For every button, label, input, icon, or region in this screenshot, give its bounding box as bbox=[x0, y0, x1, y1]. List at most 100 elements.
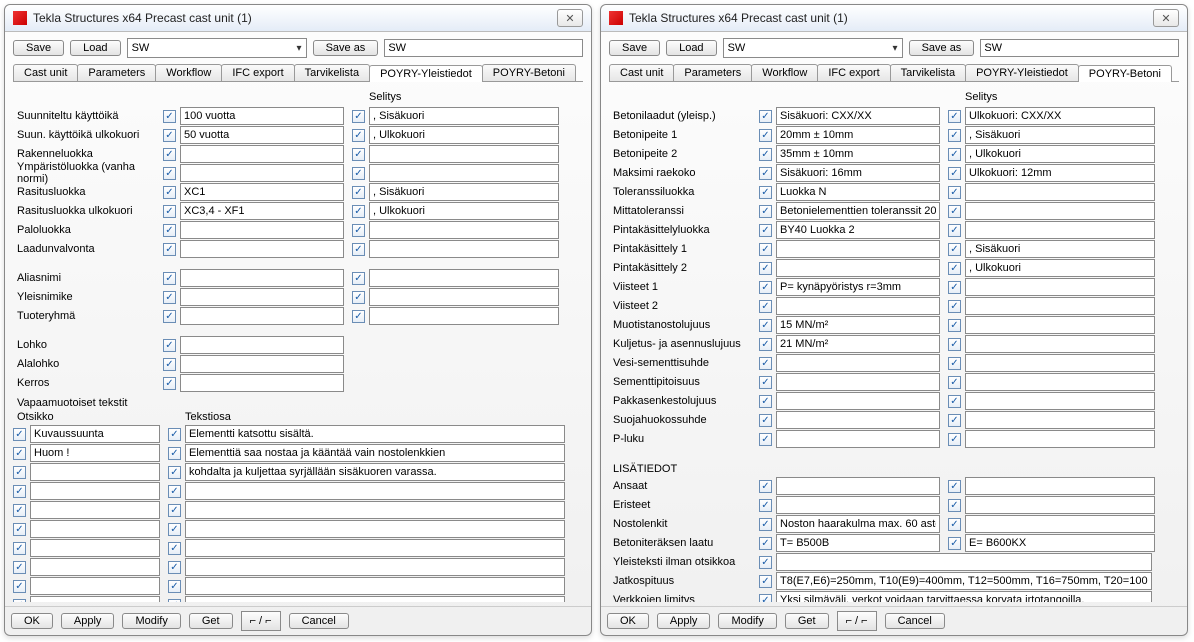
check-icon[interactable]: ✓ bbox=[759, 499, 772, 512]
value-input[interactable] bbox=[965, 496, 1155, 514]
value-input[interactable] bbox=[776, 392, 940, 410]
value-input[interactable] bbox=[369, 126, 559, 144]
check-icon[interactable]: ✓ bbox=[759, 556, 772, 569]
check-icon[interactable]: ✓ bbox=[948, 480, 961, 493]
save-button[interactable]: Save bbox=[609, 40, 660, 56]
check-icon[interactable]: ✓ bbox=[759, 205, 772, 218]
value-input[interactable] bbox=[965, 534, 1155, 552]
value-input[interactable] bbox=[776, 553, 1152, 571]
check-icon[interactable]: ✓ bbox=[759, 243, 772, 256]
check-icon[interactable]: ✓ bbox=[948, 537, 961, 550]
check-icon[interactable]: ✓ bbox=[948, 262, 961, 275]
check-icon[interactable]: ✓ bbox=[352, 272, 365, 285]
value-input[interactable] bbox=[369, 164, 559, 182]
check-icon[interactable]: ✓ bbox=[168, 447, 181, 460]
tab-workflow[interactable]: Workflow bbox=[155, 64, 222, 81]
value-input[interactable] bbox=[776, 411, 940, 429]
modify-button[interactable]: Modify bbox=[122, 613, 180, 629]
check-icon[interactable]: ✓ bbox=[163, 339, 176, 352]
check-icon[interactable]: ✓ bbox=[759, 480, 772, 493]
check-icon[interactable]: ✓ bbox=[13, 466, 26, 479]
check-icon[interactable]: ✓ bbox=[759, 129, 772, 142]
load-button[interactable]: Load bbox=[70, 40, 120, 56]
value-input[interactable] bbox=[180, 240, 344, 258]
value-input[interactable] bbox=[965, 202, 1155, 220]
value-input[interactable] bbox=[180, 164, 344, 182]
otsikko-input[interactable] bbox=[30, 539, 160, 557]
teksti-input[interactable] bbox=[185, 482, 565, 500]
check-icon[interactable]: ✓ bbox=[13, 485, 26, 498]
value-input[interactable] bbox=[965, 373, 1155, 391]
cancel-button[interactable]: Cancel bbox=[289, 613, 349, 629]
load-button[interactable]: Load bbox=[666, 40, 716, 56]
check-icon[interactable]: ✓ bbox=[13, 428, 26, 441]
value-input[interactable] bbox=[776, 316, 940, 334]
check-icon[interactable]: ✓ bbox=[948, 243, 961, 256]
check-icon[interactable]: ✓ bbox=[168, 580, 181, 593]
save-as-button[interactable]: Save as bbox=[313, 40, 379, 56]
value-input[interactable] bbox=[965, 430, 1155, 448]
preset-name-input[interactable] bbox=[980, 39, 1179, 57]
value-input[interactable] bbox=[776, 591, 1152, 602]
value-input[interactable] bbox=[776, 240, 940, 258]
check-icon[interactable]: ✓ bbox=[163, 243, 176, 256]
value-input[interactable] bbox=[776, 107, 940, 125]
tab-parameters[interactable]: Parameters bbox=[77, 64, 156, 81]
check-icon[interactable]: ✓ bbox=[759, 594, 772, 603]
value-input[interactable] bbox=[965, 240, 1155, 258]
value-input[interactable] bbox=[180, 221, 344, 239]
check-icon[interactable]: ✓ bbox=[759, 224, 772, 237]
cancel-button[interactable]: Cancel bbox=[885, 613, 945, 629]
check-icon[interactable]: ✓ bbox=[352, 167, 365, 180]
check-icon[interactable]: ✓ bbox=[948, 300, 961, 313]
apply-button[interactable]: Apply bbox=[657, 613, 711, 629]
value-input[interactable] bbox=[369, 145, 559, 163]
value-input[interactable] bbox=[776, 496, 940, 514]
tab-tarvikelista[interactable]: Tarvikelista bbox=[890, 64, 966, 81]
check-icon[interactable]: ✓ bbox=[759, 338, 772, 351]
teksti-input[interactable] bbox=[185, 558, 565, 576]
value-input[interactable] bbox=[965, 221, 1155, 239]
check-icon[interactable]: ✓ bbox=[352, 224, 365, 237]
close-icon[interactable]: ✕ bbox=[557, 9, 583, 27]
value-input[interactable] bbox=[369, 307, 559, 325]
check-icon[interactable]: ✓ bbox=[759, 414, 772, 427]
get-button[interactable]: Get bbox=[189, 613, 233, 629]
value-input[interactable] bbox=[776, 297, 940, 315]
teksti-input[interactable] bbox=[185, 463, 565, 481]
check-icon[interactable]: ✓ bbox=[352, 129, 365, 142]
preset-name-input[interactable] bbox=[384, 39, 583, 57]
check-icon[interactable]: ✓ bbox=[13, 561, 26, 574]
toggle-checks-icon[interactable]: ⌐ / ⌐ bbox=[837, 611, 877, 631]
check-icon[interactable]: ✓ bbox=[13, 542, 26, 555]
teksti-input[interactable] bbox=[185, 444, 565, 462]
otsikko-input[interactable] bbox=[30, 463, 160, 481]
check-icon[interactable]: ✓ bbox=[948, 357, 961, 370]
modify-button[interactable]: Modify bbox=[718, 613, 776, 629]
value-input[interactable] bbox=[965, 477, 1155, 495]
check-icon[interactable]: ✓ bbox=[759, 319, 772, 332]
value-input[interactable] bbox=[180, 145, 344, 163]
check-icon[interactable]: ✓ bbox=[352, 243, 365, 256]
check-icon[interactable]: ✓ bbox=[13, 523, 26, 536]
tab-poyry-betoni[interactable]: POYRY-Betoni bbox=[482, 64, 576, 81]
check-icon[interactable]: ✓ bbox=[948, 319, 961, 332]
value-input[interactable] bbox=[965, 515, 1155, 533]
check-icon[interactable]: ✓ bbox=[759, 376, 772, 389]
check-icon[interactable]: ✓ bbox=[352, 310, 365, 323]
tab-workflow[interactable]: Workflow bbox=[751, 64, 818, 81]
tab-tarvikelista[interactable]: Tarvikelista bbox=[294, 64, 370, 81]
check-icon[interactable]: ✓ bbox=[948, 224, 961, 237]
check-icon[interactable]: ✓ bbox=[168, 428, 181, 441]
value-input[interactable] bbox=[965, 316, 1155, 334]
otsikko-input[interactable] bbox=[30, 596, 160, 602]
check-icon[interactable]: ✓ bbox=[352, 186, 365, 199]
tab-cast-unit[interactable]: Cast unit bbox=[13, 64, 78, 81]
preset-combo[interactable]: SW ▾ bbox=[723, 38, 903, 58]
value-input[interactable] bbox=[965, 183, 1155, 201]
value-input[interactable] bbox=[776, 126, 940, 144]
check-icon[interactable]: ✓ bbox=[948, 376, 961, 389]
check-icon[interactable]: ✓ bbox=[352, 148, 365, 161]
check-icon[interactable]: ✓ bbox=[759, 110, 772, 123]
teksti-input[interactable] bbox=[185, 539, 565, 557]
